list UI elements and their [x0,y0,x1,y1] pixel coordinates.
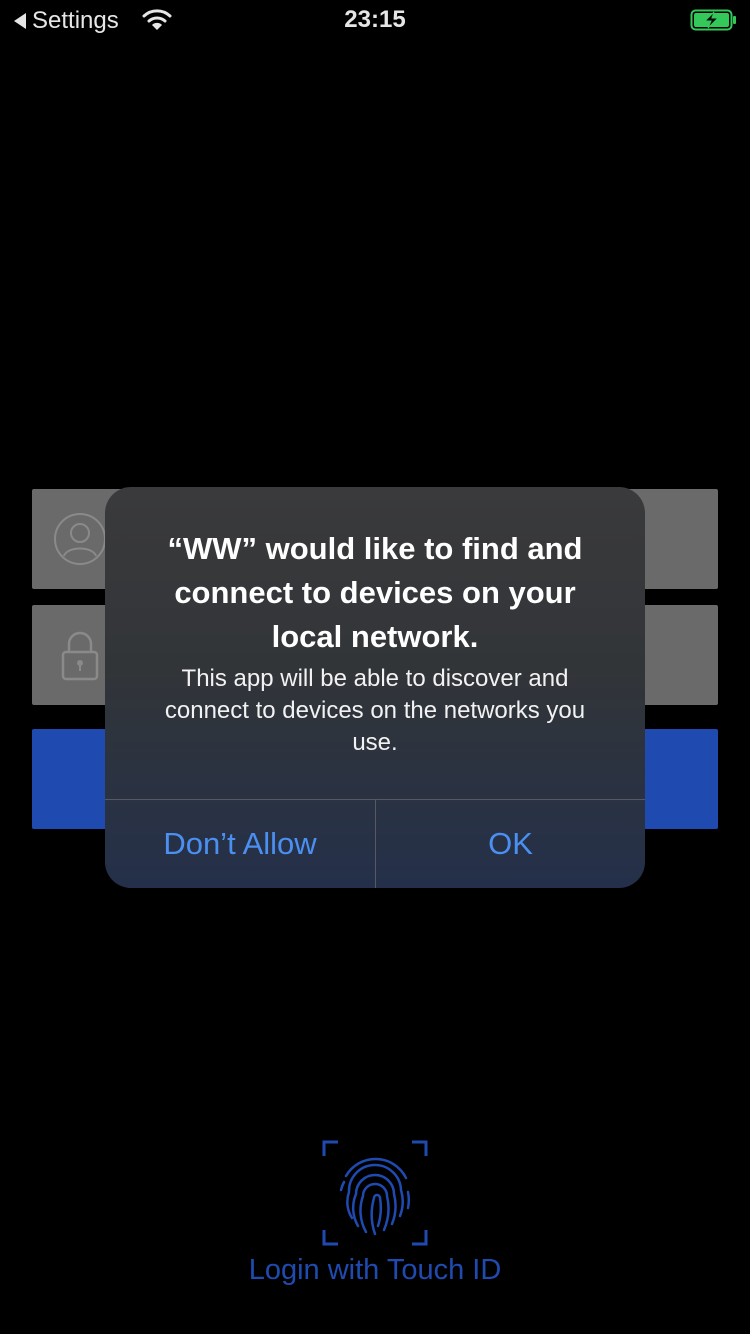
alert-title: “WW” would like to find and connect to d… [167,531,583,654]
lock-icon [61,631,99,681]
touch-id-login-button[interactable]: Login with Touch ID [200,1136,550,1296]
dont-allow-button[interactable]: Don’t Allow [105,800,375,888]
status-time: 23:15 [344,6,406,33]
fingerprint-icon [322,1140,428,1246]
touch-id-label: Login with Touch ID [248,1254,502,1286]
battery-charging-icon [690,9,736,31]
ok-button[interactable]: OK [376,800,645,888]
local-network-permission-alert: “WW” would like to find and connect to d… [105,487,645,888]
alert-message: This app will be able to discover and co… [164,665,586,756]
status-bar: Settings 23:15 [0,0,750,40]
user-icon [54,513,106,565]
